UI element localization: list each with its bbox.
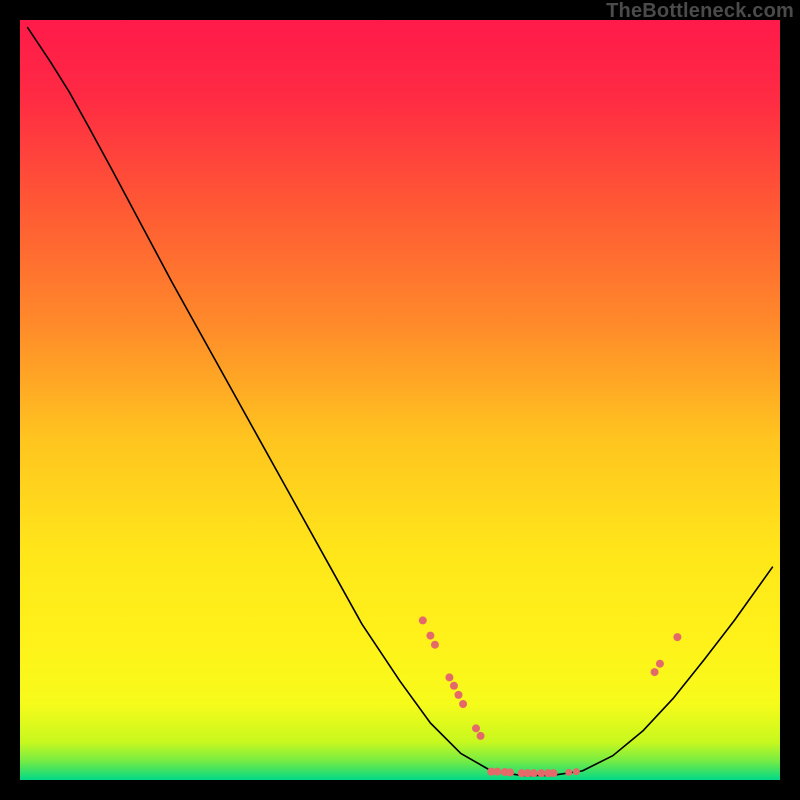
data-point <box>656 660 664 668</box>
data-point <box>573 768 580 775</box>
data-point <box>419 616 427 624</box>
chart-svg <box>20 20 780 780</box>
data-point <box>493 768 501 776</box>
watermark-text: TheBottleneck.com <box>606 0 794 23</box>
data-point <box>530 769 538 777</box>
data-point <box>565 769 572 776</box>
data-point <box>477 732 485 740</box>
data-point <box>459 700 467 708</box>
data-point <box>537 769 545 777</box>
data-point <box>673 633 681 641</box>
data-point <box>426 632 434 640</box>
gradient-background <box>20 20 780 780</box>
plot-area <box>20 20 780 780</box>
data-point <box>455 691 463 699</box>
data-point <box>431 641 439 649</box>
data-point <box>472 724 480 732</box>
data-point <box>506 768 514 776</box>
data-point <box>450 682 458 690</box>
data-point <box>445 673 453 681</box>
data-point <box>651 668 659 676</box>
data-point <box>550 769 558 777</box>
chart-frame: TheBottleneck.com <box>0 0 800 800</box>
